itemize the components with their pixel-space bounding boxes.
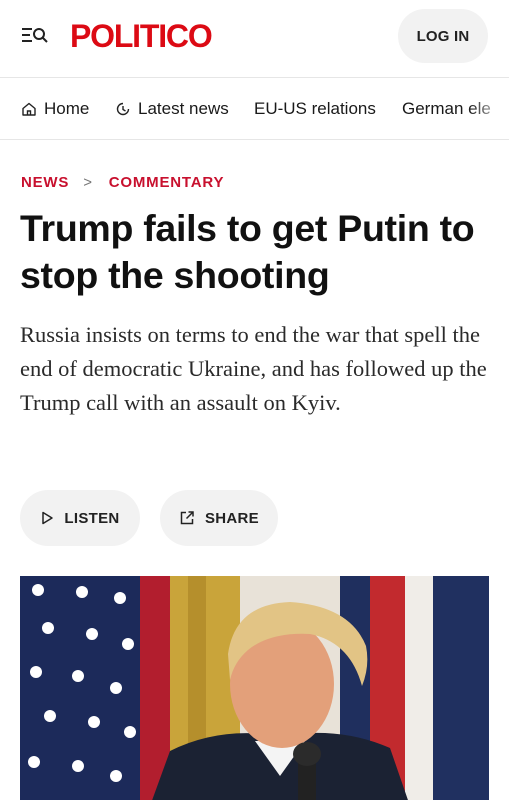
share-label: SHARE	[204, 509, 259, 527]
nav-item-eu-us-relations[interactable]: EU-US relations	[254, 79, 376, 139]
nav-item-label: EU-US relations	[254, 99, 376, 118]
hero-photo	[20, 576, 489, 800]
play-icon	[42, 511, 54, 525]
listen-label: LISTEN	[64, 509, 120, 527]
breadcrumb-commentary-link[interactable]: COMMENTARY	[109, 174, 225, 191]
clock-icon	[116, 102, 130, 116]
article-dek: Russia insists on terms to end the war t…	[20, 322, 487, 415]
site-header: POLITICO LOG IN	[0, 0, 509, 78]
article-headline: Trump fails to get Putin to stop the sho…	[20, 207, 475, 296]
nav-item-latest-news[interactable]: Latest news	[115, 79, 229, 139]
breadcrumb: NEWS > COMMENTARY	[21, 172, 224, 192]
section-nav: Home Latest news EU-US relations German …	[0, 79, 509, 140]
breadcrumb-news-link[interactable]: NEWS	[21, 174, 69, 191]
nav-item-label: Home	[44, 99, 90, 118]
nav-item-home[interactable]: Home	[21, 79, 89, 139]
login-button[interactable]: LOG IN	[398, 9, 488, 63]
chevron-right-icon: >	[83, 173, 93, 191]
nav-item-label: Latest news	[138, 99, 229, 118]
share-button[interactable]: SHARE	[160, 490, 278, 546]
hero-photo-illustration	[20, 576, 489, 800]
nav-scroll-fade	[469, 79, 509, 139]
politico-logo[interactable]: POLITICO	[70, 17, 213, 55]
menu-search-icon[interactable]	[20, 22, 50, 48]
share-icon	[180, 511, 194, 525]
home-icon	[22, 102, 36, 116]
listen-button[interactable]: LISTEN	[20, 490, 140, 546]
